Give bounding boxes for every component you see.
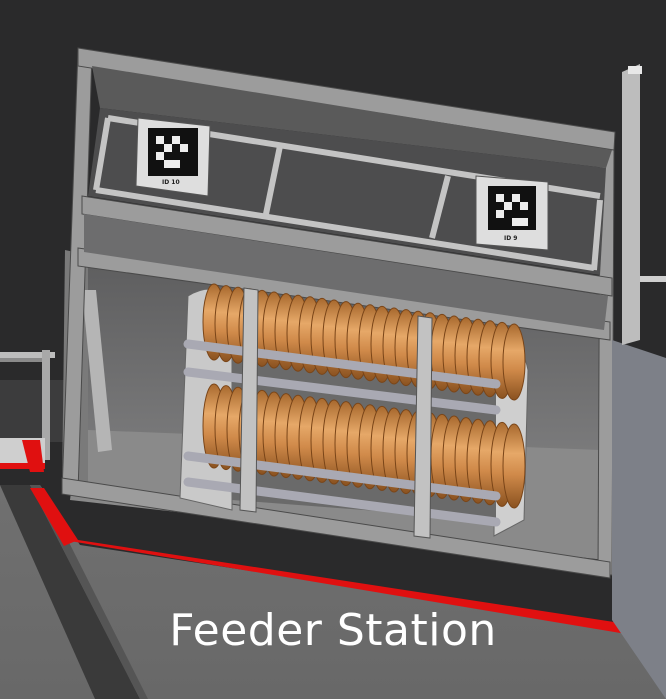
apriltag-10-label: ID 10 [162, 179, 180, 186]
apriltag-9-label: ID 9 [504, 235, 517, 242]
cone [502, 323, 526, 401]
caption: Feeder Station [169, 605, 497, 656]
apriltag-10: ID 10 [135, 117, 211, 197]
cone [502, 423, 526, 509]
feeder-station-render: ID 10 ID 9 [0, 0, 666, 699]
apriltag-9: ID 9 [475, 175, 549, 251]
